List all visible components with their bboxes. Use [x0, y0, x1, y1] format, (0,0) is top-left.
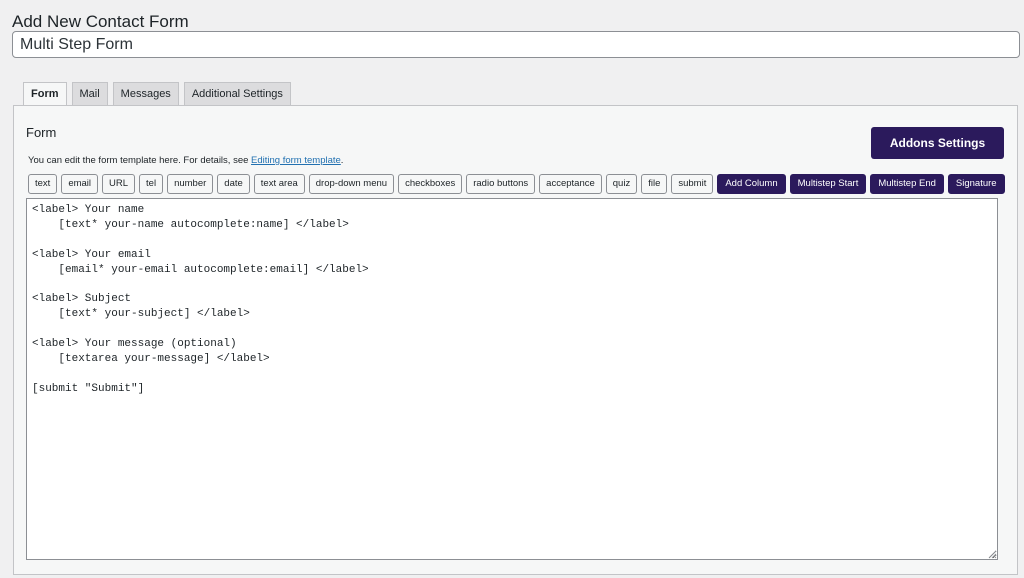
- tag-button-submit[interactable]: submit: [671, 174, 714, 194]
- tag-button-text[interactable]: text: [28, 174, 58, 194]
- tab-bar: Form Mail Messages Additional Settings: [23, 82, 291, 107]
- tag-button-dropdown[interactable]: drop-down menu: [308, 174, 395, 194]
- tab-form[interactable]: Form: [23, 82, 67, 107]
- form-template-editor[interactable]: <label> Your name [text* your-name autoc…: [26, 198, 998, 560]
- tag-generator-bar: text email URL tel number date text area…: [28, 174, 1005, 194]
- addons-settings-button[interactable]: Addons Settings: [871, 127, 1004, 159]
- multistep-start-button[interactable]: Multistep Start: [789, 174, 867, 194]
- multistep-end-button[interactable]: Multistep End: [870, 174, 944, 194]
- tag-button-radio[interactable]: radio buttons: [466, 174, 536, 194]
- help-text-prefix: You can edit the form template here. For…: [28, 155, 252, 166]
- signature-button[interactable]: Signature: [947, 174, 1005, 194]
- panel-heading: Form: [26, 125, 57, 140]
- tag-button-file[interactable]: file: [641, 174, 668, 194]
- form-title-input[interactable]: [12, 31, 1020, 58]
- tab-messages[interactable]: Messages: [112, 82, 179, 106]
- resize-grip-icon[interactable]: [988, 550, 997, 559]
- tab-mail[interactable]: Mail: [71, 82, 108, 106]
- help-text: You can edit the form template here. For…: [28, 155, 343, 166]
- tag-button-textarea[interactable]: text area: [253, 174, 305, 194]
- tag-button-acceptance[interactable]: acceptance: [539, 174, 602, 194]
- tag-button-tel[interactable]: tel: [139, 174, 164, 194]
- tab-additional-settings[interactable]: Additional Settings: [183, 82, 291, 106]
- tag-button-checkboxes[interactable]: checkboxes: [398, 174, 463, 194]
- tag-button-quiz[interactable]: quiz: [605, 174, 638, 194]
- form-panel: Form Addons Settings You can edit the fo…: [13, 105, 1018, 575]
- tag-button-email[interactable]: email: [61, 174, 99, 194]
- add-column-button[interactable]: Add Column: [717, 174, 786, 194]
- tag-button-date[interactable]: date: [217, 174, 250, 194]
- help-text-suffix: .: [340, 155, 344, 166]
- editing-form-template-link[interactable]: Editing form template: [251, 155, 341, 166]
- tag-button-number[interactable]: number: [167, 174, 214, 194]
- tag-button-url[interactable]: URL: [102, 174, 136, 194]
